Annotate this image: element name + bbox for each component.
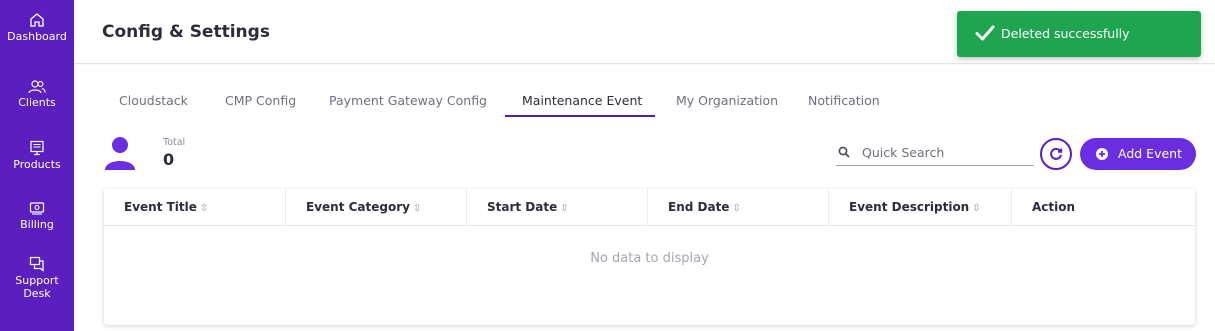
tab-notification[interactable]: Notification <box>808 93 880 108</box>
column-label: Event Description <box>849 200 970 214</box>
add-event-label: Add Event <box>1118 146 1182 161</box>
sort-icon: ⇳ <box>412 203 422 214</box>
tab-maintenance-event[interactable]: Maintenance Event <box>522 93 642 108</box>
user-icon <box>105 137 135 170</box>
toast-message: Deleted successfully <box>1001 26 1130 41</box>
sidebar-item-dashboard[interactable]: Dashboard <box>0 12 74 43</box>
tab-cmp-config[interactable]: CMP Config <box>225 93 296 108</box>
tab-payment-gateway-config[interactable]: Payment Gateway Config <box>329 93 487 108</box>
search-icon <box>838 146 850 158</box>
users-icon <box>28 80 46 94</box>
total-count: 0 <box>163 150 175 169</box>
sort-icon: ⇳ <box>732 203 741 214</box>
column-header-event-title[interactable]: Event Title ⇳ <box>104 189 286 226</box>
sidebar-item-label-line2: Desk <box>23 287 51 300</box>
sidebar-item-label: Support <box>15 274 59 287</box>
chat-icon <box>29 256 44 272</box>
column-header-start-date[interactable]: Start Date ⇳ <box>467 189 648 226</box>
column-label: Action <box>1032 200 1076 214</box>
sidebar-item-billing[interactable]: Billing <box>0 200 74 231</box>
sidebar-item-label: Products <box>13 158 61 171</box>
column-label: Event Category <box>306 200 410 214</box>
sidebar-item-support-desk[interactable]: Support Desk <box>0 256 74 300</box>
billing-icon <box>29 202 45 215</box>
sidebar-item-label: Billing <box>20 218 54 231</box>
column-label: Event Title <box>124 200 197 214</box>
events-table: Event Title ⇳ Event Category ⇳ Start Date ⇳… <box>104 189 1195 325</box>
column-label: Start Date <box>487 200 558 214</box>
refresh-button[interactable] <box>1040 138 1072 170</box>
add-event-button[interactable]: Add Event <box>1080 138 1196 170</box>
total-label: Total <box>163 137 186 148</box>
search-input[interactable] <box>862 141 1030 163</box>
success-toast[interactable]: Deleted successfully <box>957 11 1201 57</box>
sidebar: Dashboard Clients Products Billing Suppo… <box>0 0 74 331</box>
active-tab-indicator <box>505 115 655 117</box>
monitor-icon <box>30 140 44 156</box>
sidebar-item-label: Clients <box>18 96 56 109</box>
tab-my-organization[interactable]: My Organization <box>676 93 778 108</box>
sort-icon: ⇳ <box>199 203 209 214</box>
sidebar-item-clients[interactable]: Clients <box>0 80 74 109</box>
add-circle-icon <box>1096 148 1108 160</box>
column-header-end-date[interactable]: End Date ⇳ <box>648 189 829 226</box>
column-header-action: Action <box>1012 189 1195 226</box>
column-header-event-description[interactable]: Event Description ⇳ <box>829 189 1012 226</box>
sidebar-item-products[interactable]: Products <box>0 140 74 171</box>
tab-cloudstack[interactable]: Cloudstack <box>119 93 188 108</box>
column-header-event-category[interactable]: Event Category ⇳ <box>286 189 467 226</box>
sidebar-item-label: Dashboard <box>7 30 67 43</box>
sort-icon: ⇳ <box>560 203 569 214</box>
home-icon <box>30 13 44 27</box>
refresh-icon <box>1050 147 1063 160</box>
column-label: End Date <box>668 200 730 214</box>
sort-icon: ⇳ <box>972 203 981 214</box>
empty-state-message: No data to display <box>590 251 709 266</box>
quick-search <box>836 140 1034 166</box>
page-title: Config & Settings <box>102 22 270 42</box>
main-content: Cloudstack CMP Config Payment Gateway Co… <box>74 65 1215 331</box>
check-icon <box>975 25 995 41</box>
table-header: Event Title ⇳ Event Category ⇳ Start Date ⇳… <box>104 189 1195 226</box>
